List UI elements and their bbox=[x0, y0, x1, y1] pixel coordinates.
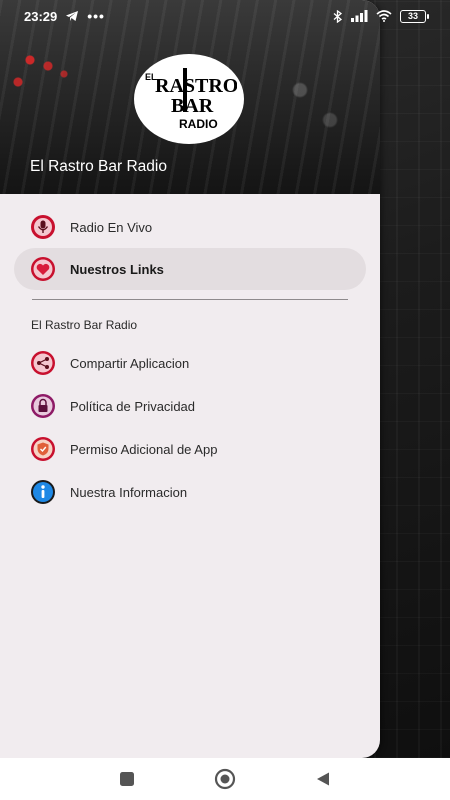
share-icon bbox=[31, 351, 55, 375]
svg-text:BAR: BAR bbox=[171, 95, 214, 117]
menu-item-label: Permiso Adicional de App bbox=[70, 441, 218, 457]
menu-item-politica-de-privacidad[interactable]: Política de Privacidad bbox=[14, 385, 366, 427]
shield-icon bbox=[31, 437, 55, 461]
menu-item-nuestra-informacion[interactable]: Nuestra Informacion bbox=[14, 471, 366, 513]
menu-item-label: Nuestra Informacion bbox=[70, 484, 188, 500]
menu-item-compartir-aplicacion[interactable]: Compartir Aplicacion bbox=[14, 342, 366, 384]
navigation-drawer: EL RASTRO BAR RADIO El Rastro Bar Radio … bbox=[0, 0, 380, 758]
menu-item-label: Radio En Vivo bbox=[70, 219, 153, 235]
recents-square-icon bbox=[120, 772, 134, 786]
station-logo: EL RASTRO BAR RADIO bbox=[134, 54, 244, 144]
back-triangle-icon bbox=[317, 772, 329, 786]
drawer-title: El Rastro Bar Radio bbox=[30, 158, 167, 175]
microphone-icon bbox=[31, 215, 55, 239]
logo-icon: EL RASTRO BAR RADIO bbox=[145, 68, 237, 131]
menu-item-permiso-adicional[interactable]: Permiso Adicional de App bbox=[14, 428, 366, 470]
back-button[interactable] bbox=[311, 767, 335, 791]
status-bar: 23:29 ••• 33 bbox=[0, 0, 450, 32]
system-nav-bar bbox=[0, 758, 450, 800]
lock-icon bbox=[31, 394, 55, 418]
signal-icon bbox=[351, 10, 368, 22]
section-label: El Rastro Bar Radio bbox=[31, 318, 138, 332]
bluetooth-icon bbox=[333, 9, 343, 23]
home-circle-icon bbox=[214, 768, 236, 790]
menu-item-label: Compartir Aplicacion bbox=[70, 355, 190, 371]
svg-text:RASTRO: RASTRO bbox=[155, 75, 237, 97]
status-time: 23:29 bbox=[24, 8, 58, 24]
menu-divider bbox=[32, 299, 348, 300]
info-icon bbox=[31, 480, 55, 504]
wifi-icon bbox=[376, 10, 392, 22]
recents-button[interactable] bbox=[115, 767, 139, 791]
home-button[interactable] bbox=[213, 767, 237, 791]
menu-item-radio-en-vivo[interactable]: Radio En Vivo bbox=[14, 206, 366, 248]
drawer-menu: Radio En Vivo Nuestros Links El Rastro B… bbox=[0, 194, 380, 513]
menu-item-label: Nuestros Links bbox=[70, 261, 164, 277]
telegram-icon bbox=[66, 11, 79, 21]
heart-icon bbox=[31, 257, 55, 281]
menu-item-nuestros-links[interactable]: Nuestros Links bbox=[14, 248, 366, 290]
svg-text:RADIO: RADIO bbox=[179, 117, 218, 131]
menu-item-label: Política de Privacidad bbox=[70, 398, 196, 414]
battery-indicator: 33 bbox=[400, 9, 429, 23]
more-dots-icon: ••• bbox=[87, 8, 105, 24]
